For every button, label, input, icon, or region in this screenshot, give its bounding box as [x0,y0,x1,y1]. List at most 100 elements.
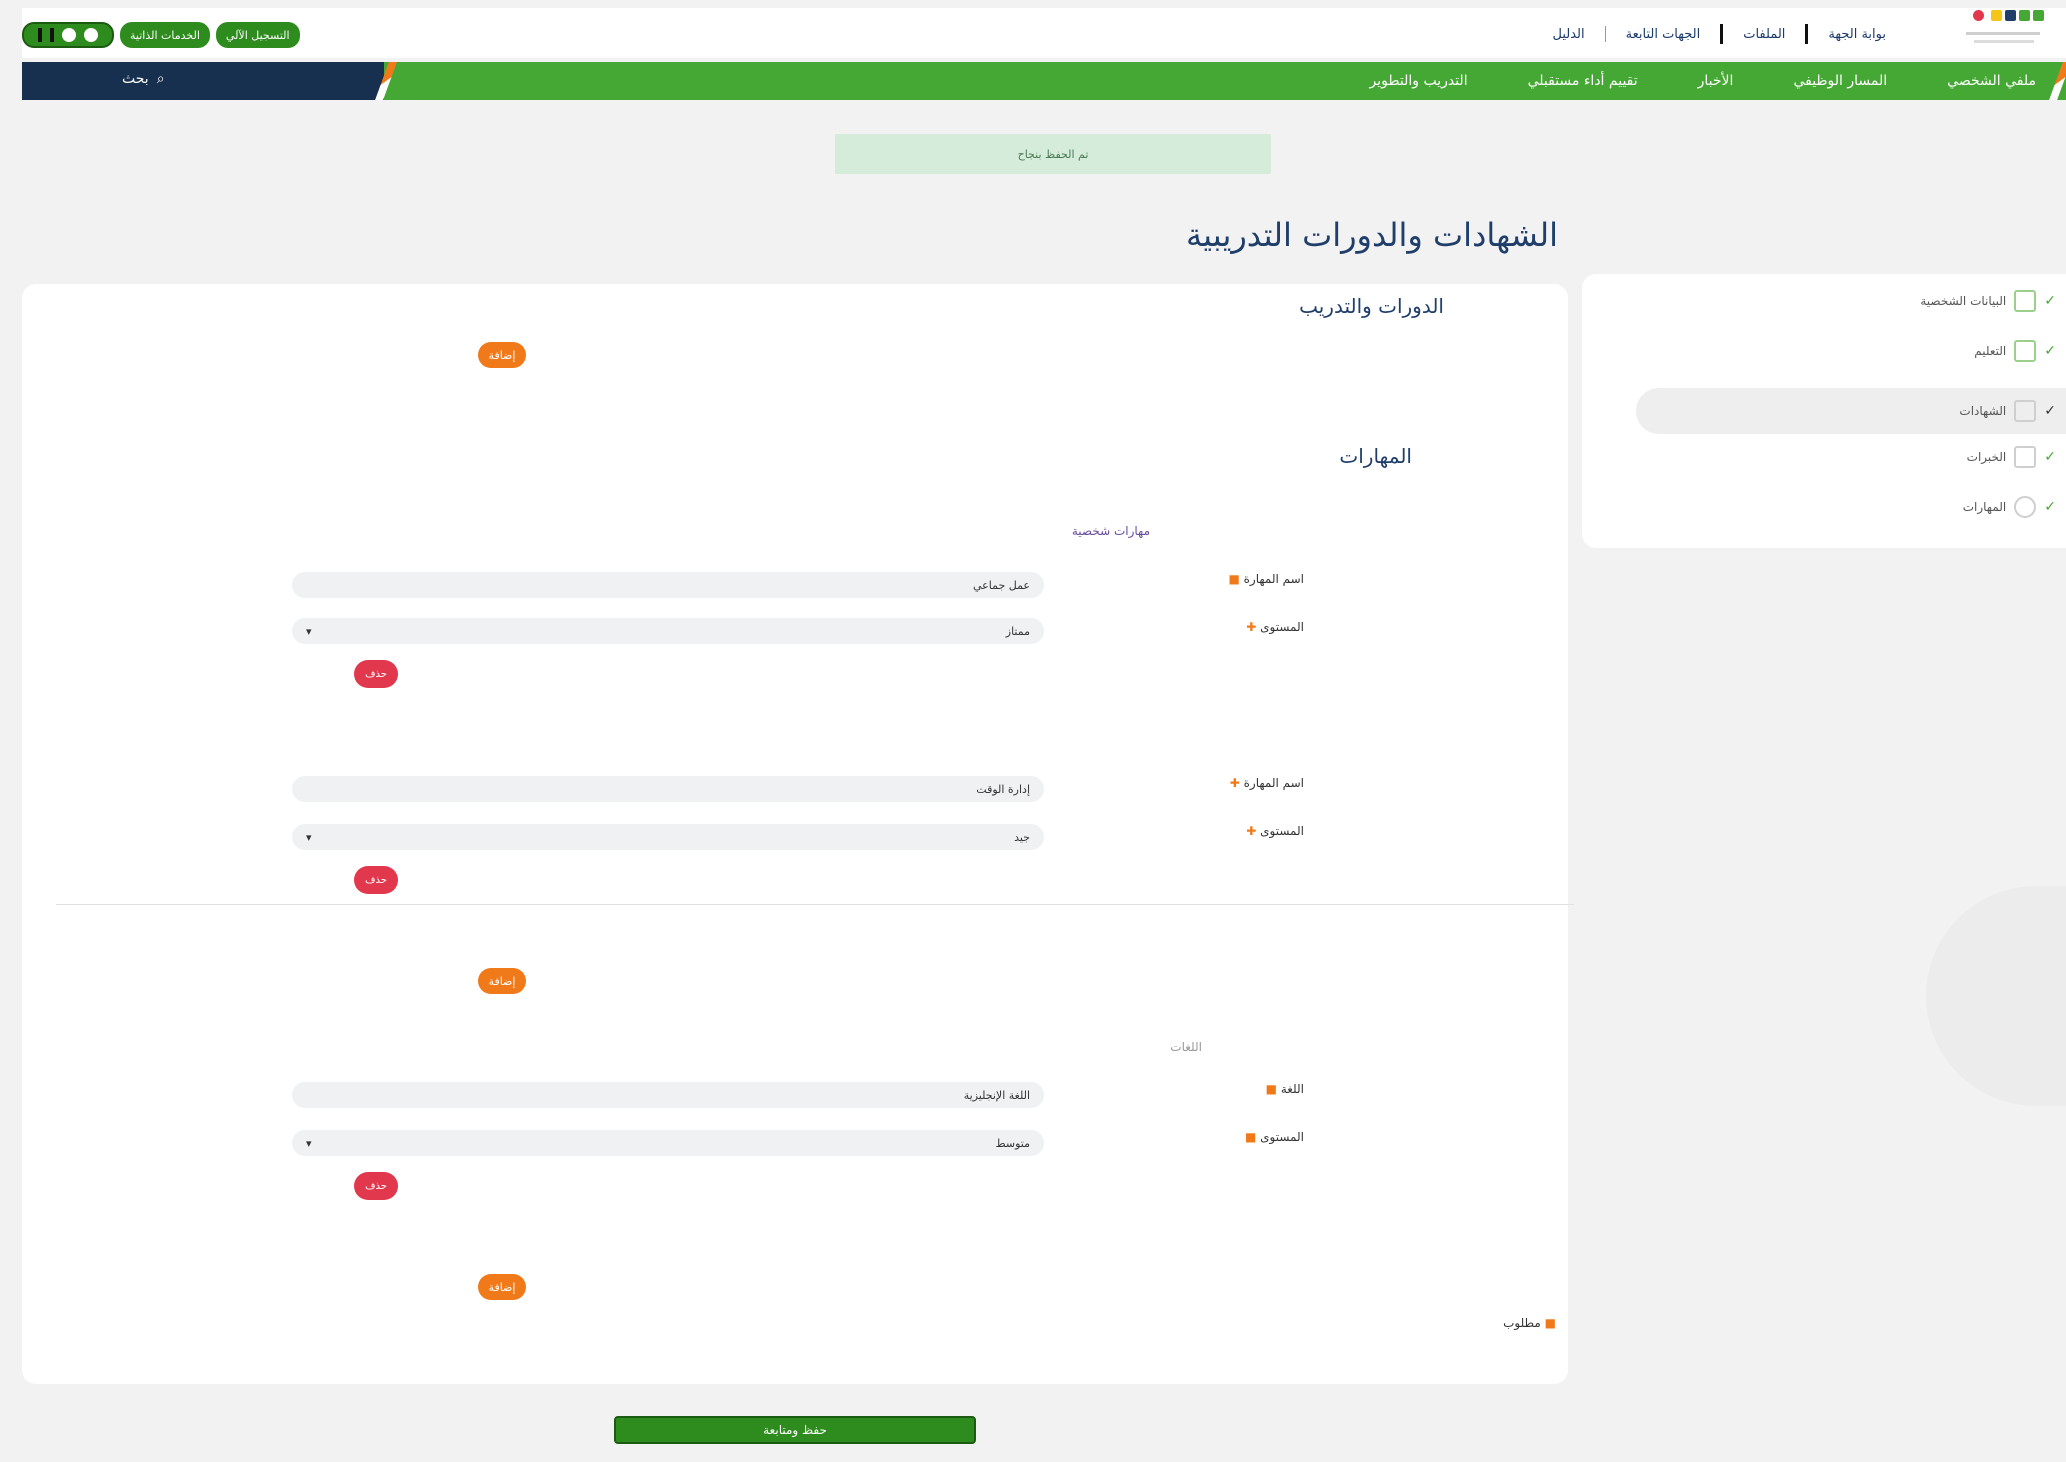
logo-mark [2005,10,2016,21]
separator [1805,24,1809,44]
separator [1720,24,1724,44]
skills-sublabel: مهارات شخصية [1071,524,1150,538]
logo-subtext [1974,40,2034,43]
language-field[interactable]: اللغة الإنجليزية [292,1082,1044,1108]
nav-stripe [375,62,397,100]
side-nav: ✓ البيانات الشخصية ✓ التعليم ✓ الشهادات … [1582,274,2066,548]
label-text: اسم المهارة [1243,572,1304,586]
page-title: الشهادات والدورات التدريبية [1185,216,1558,254]
save-continue-button[interactable]: حفظ ومتابعة [614,1416,976,1444]
logo-text [1966,32,2040,35]
sidenav-label: الشهادات [1959,404,2007,418]
chevron-down-icon: ▾ [306,1136,312,1150]
separator [1604,26,1606,42]
check-icon: ✓ [2044,403,2056,419]
required-marker: ■ [1544,1316,1556,1330]
logo-mark [1973,10,1984,21]
nav-item-training[interactable]: التدريب والتطوير [1370,73,1468,89]
language-level-label: المستوى ■ [1245,1130,1304,1144]
auto-register-button[interactable]: التسجيل الآلي [215,22,300,48]
top-actions: الخدمات الذاتية التسجيل الآلي [22,22,300,48]
chevron-down-icon: ▾ [306,830,312,844]
required-marker: ■ [1228,572,1240,586]
sidenav-label: التعليم [1974,344,2007,358]
label-text: اسم المهارة [1243,776,1304,790]
sidenav-item-education[interactable]: ✓ التعليم [1974,340,2056,362]
document-icon [2014,340,2037,362]
field-value: عمل جماعي [973,578,1030,592]
settings-icon[interactable] [84,28,98,42]
field-value: جيد [1014,830,1030,844]
skill-name-field[interactable]: إدارة الوقت [292,776,1044,802]
nav-item-evaluation[interactable]: تقييم أداء مستقبلي [1528,73,1638,89]
top-link[interactable]: بوابة الجهة [1828,27,1886,42]
sidenav-item-skills[interactable]: ✓ المهارات [1963,496,2056,518]
background-decoration [1926,886,2066,1106]
font-size-icon[interactable] [50,28,54,42]
required-marker: ✚ [1246,824,1257,838]
star-icon [2014,496,2037,518]
delete-skill-button[interactable]: حذف [354,866,398,894]
field-value: إدارة الوقت [976,782,1030,796]
delete-language-button[interactable]: حذف [354,1172,398,1200]
label-text: اللغة [1280,1082,1304,1096]
logo-mark [1991,10,2002,21]
add-course-button[interactable]: إضافة [478,342,526,368]
top-link[interactable]: الملفات [1743,27,1785,42]
sidenav-item-experience[interactable]: ✓ الخبرات [1967,446,2056,468]
skill-name-label: اسم المهارة ✚ [1230,776,1304,790]
required-marker: ■ [1265,1082,1277,1096]
search-icon: ⌕ [156,71,165,87]
sidenav-label: الخبرات [1966,450,2007,464]
nav-stripe [2049,62,2066,100]
divider [56,904,1574,905]
language-level-select[interactable]: متوسط ▾ [292,1130,1044,1156]
search-button[interactable]: ⌕ بحث [122,71,165,87]
font-size-icon[interactable] [38,28,42,42]
sidenav-label: المهارات [1962,500,2007,514]
skill-level-select[interactable]: ممتاز ▾ [292,618,1044,644]
skill-level-label: المستوى ✚ [1246,620,1304,634]
required-marker: ■ [1244,1130,1257,1144]
top-link[interactable]: الدليل [1552,27,1584,42]
site-logo[interactable] [1954,8,2044,56]
sidenav-item-certificates[interactable]: ✓ الشهادات [1636,388,2066,434]
logo-mark [2033,10,2044,21]
required-marker: ✚ [1246,620,1257,634]
nav-item-profile[interactable]: ملفي الشخصي [1947,73,2036,89]
top-link[interactable]: الجهات التابعة [1626,27,1701,42]
label-text: المستوى [1260,620,1304,634]
skill-level-label: المستوى ✚ [1246,824,1304,838]
section-title-courses: الدورات والتدريب [1299,294,1444,318]
label-text: المستوى [1260,1130,1304,1144]
skill-name-label: اسم المهارة ■ [1228,572,1304,586]
success-alert: تم الحفظ بنجاح [835,134,1271,174]
field-value: متوسط [995,1136,1030,1150]
skill-level-select[interactable]: جيد ▾ [292,824,1044,850]
contrast-icon[interactable] [62,28,76,42]
required-marker: ✚ [1229,776,1240,790]
briefcase-icon [2014,446,2037,468]
delete-skill-button[interactable]: حذف [354,660,398,688]
label-text: مطلوب [1503,1316,1541,1330]
skill-name-field[interactable]: عمل جماعي [292,572,1044,598]
field-value: اللغة الإنجليزية [963,1088,1030,1102]
search-area: ⌕ بحث [22,62,397,100]
nav-item-career[interactable]: المسار الوظيفي [1793,73,1887,89]
top-links: بوابة الجهة الملفات الجهات التابعة الدلي… [1552,24,1886,44]
user-icon [2014,290,2037,312]
search-label: بحث [122,71,149,87]
required-note: ■ مطلوب [1503,1316,1556,1330]
add-skill-button[interactable]: إضافة [478,968,526,994]
section-title-skills: المهارات [1339,444,1412,468]
certificate-icon [2014,400,2037,422]
self-services-button[interactable]: الخدمات الذاتية [120,22,210,48]
add-language-button[interactable]: إضافة [478,1274,526,1300]
main-card: الدورات والتدريب إضافة المهارات مهارات ش… [22,284,1574,1384]
sidenav-item-personal[interactable]: ✓ البيانات الشخصية [1920,290,2056,312]
logo-mark [2019,10,2030,21]
nav-item-news[interactable]: الأخبار [1698,73,1734,89]
accessibility-controls[interactable] [22,22,114,48]
check-icon: ✓ [2044,343,2056,359]
language-label: اللغة ■ [1266,1082,1304,1096]
